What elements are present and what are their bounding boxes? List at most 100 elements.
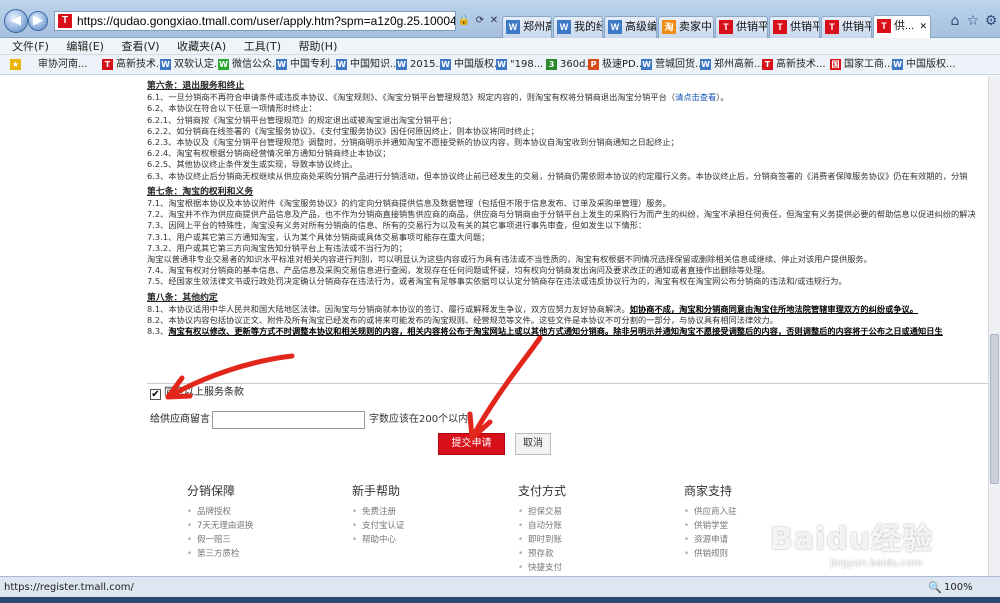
tab-6[interactable]: T供销平台 bbox=[769, 16, 820, 38]
tmall-icon: T bbox=[877, 19, 891, 33]
close-tab-icon[interactable]: ✕ bbox=[919, 16, 927, 36]
message-input[interactable] bbox=[212, 411, 365, 429]
lock-icon[interactable]: 🔒 bbox=[456, 11, 472, 31]
footer-link[interactable]: 免费注册 bbox=[352, 505, 405, 519]
page-icon: W bbox=[608, 20, 622, 34]
footer-link[interactable]: 快捷支付 bbox=[518, 561, 566, 575]
tmall-favicon-icon: T bbox=[58, 14, 72, 28]
favorite-item[interactable]: W 2015... bbox=[396, 55, 445, 74]
agreement-line: 6.3、本协议终止后分销商无权继续从供应商处采购分销产品进行分销活动，但本协议终… bbox=[147, 171, 988, 182]
message-row: 给供应商留言： 字数应该在200个以内 bbox=[150, 411, 468, 429]
footer-link[interactable]: 第三方质检 bbox=[187, 547, 253, 561]
agreement-line: 6.1、一旦分销商不再符合申请条件或违反本协议、《淘宝规则》、《淘宝分销平台管理… bbox=[147, 92, 988, 103]
vertical-scrollbar[interactable] bbox=[988, 76, 1000, 576]
scrollbar-thumb[interactable] bbox=[990, 334, 999, 484]
menu-view[interactable]: 查看(V) bbox=[121, 40, 159, 53]
footer-link[interactable]: 资源申请 bbox=[684, 533, 737, 547]
agreement-bold-text: 如协商不成，淘宝和分销商同意由淘宝住所地法院管辖审理双方的纠纷或争议。 bbox=[629, 303, 919, 314]
agreement-line-text: 6.2.4、淘宝有权根据分销商经营情况单方通知分销商终止本协议； bbox=[147, 148, 391, 159]
tmall-icon: T bbox=[825, 20, 839, 34]
favorite-item[interactable]: W 中国版权... bbox=[440, 55, 504, 74]
favorite-item[interactable]: T 高新技术... bbox=[102, 55, 166, 74]
page-icon: W bbox=[440, 59, 451, 70]
cancel-button[interactable]: 取消 bbox=[515, 433, 551, 455]
agreement-line-text: 6.3、本协议终止后分销商无权继续从供应商处采购分销产品进行分销活动，但本协议终… bbox=[147, 170, 968, 181]
tab-7[interactable]: T供销平台 bbox=[821, 16, 872, 38]
footer-link[interactable]: 供应商入驻 bbox=[684, 505, 737, 519]
footer-link[interactable]: 品牌授权 bbox=[187, 505, 253, 519]
page-icon: T bbox=[762, 59, 773, 70]
favorites-bar: ★ 审协河南... T 高新技术... W 双软认定... W 微信公众... W 中国专… bbox=[0, 55, 1000, 75]
footer-link[interactable]: 7天无理由退换 bbox=[187, 519, 253, 533]
tab-2[interactable]: W我的经... bbox=[553, 16, 603, 38]
favorite-item[interactable]: P 极速PD... bbox=[588, 55, 645, 74]
home-icon[interactable]: ⌂ bbox=[946, 12, 964, 30]
menu-edit[interactable]: 编辑(E) bbox=[66, 40, 104, 53]
agreement-link[interactable]: 请点击查看 bbox=[675, 92, 716, 102]
page-icon: W bbox=[506, 20, 520, 34]
favorite-label: 高新技术... bbox=[116, 59, 166, 70]
agreement-line: 6.2.2、如分销商在线签署的《淘宝服务协议》、《支付宝服务协议》因任何原因终止… bbox=[147, 126, 988, 137]
footer-link[interactable]: 供销学堂 bbox=[684, 519, 737, 533]
footer-link[interactable]: 假一赔三 bbox=[187, 533, 253, 547]
agree-checkbox-row[interactable]: ✔ 同意以上服务条款 bbox=[150, 386, 244, 400]
favorite-item[interactable]: W 中国知识... bbox=[336, 55, 400, 74]
stop-icon[interactable]: ✕ bbox=[486, 11, 502, 31]
favorites-star-icon[interactable]: ☆ bbox=[964, 12, 982, 30]
favorite-item[interactable]: W "198... bbox=[496, 55, 543, 74]
page-icon: 国 bbox=[830, 59, 841, 70]
favorite-item[interactable]: ★ 审协河南... bbox=[10, 55, 88, 74]
footer-link[interactable]: 预存款 bbox=[518, 547, 566, 561]
wechat-icon: W bbox=[218, 59, 229, 70]
baidu-jingyan-watermark: Baidu经验 jingyan.baidu.com bbox=[770, 514, 990, 576]
zoom-level[interactable]: 100% bbox=[944, 579, 973, 597]
favorite-item[interactable]: 国国家工商... bbox=[830, 55, 894, 74]
menu-help[interactable]: 帮助(H) bbox=[299, 40, 338, 53]
tab-5[interactable]: T供销平台 bbox=[715, 16, 768, 38]
tab-1[interactable]: W郑州高... bbox=[502, 16, 552, 38]
back-button[interactable]: ◀ bbox=[4, 9, 28, 33]
tab-8-active[interactable]: T 供... ✕ bbox=[873, 15, 931, 38]
address-bar[interactable]: T https://qudao.gongxiao.tmall.com/user/… bbox=[54, 11, 456, 31]
favorite-item[interactable]: W 中国版权... bbox=[892, 55, 956, 74]
agreement-line-text: 7.3.1、用户或其它第三方通知淘宝，认为某个具体分销商或具体交易事项可能存在重… bbox=[147, 231, 490, 242]
favorite-item[interactable]: T 高新技术... bbox=[762, 55, 826, 74]
footer-link[interactable]: 帮助中心 bbox=[352, 533, 405, 547]
zoom-icon[interactable]: 🔍 bbox=[928, 579, 942, 597]
agreement-line-text: 淘宝以普通非专业交易者的知识水平标准对相关内容进行判别，可以明显认为这些内容或行… bbox=[147, 254, 872, 265]
favorite-item[interactable]: W 营城回货... bbox=[641, 55, 705, 74]
footer-column-title: 商家支持 bbox=[684, 484, 733, 498]
agreement-line: 7.5、经国家生效法律文书或行政处罚决定确认分销商存在违法行为，或者淘宝有足够事… bbox=[147, 276, 988, 287]
agree-checkbox[interactable]: ✔ bbox=[150, 389, 161, 400]
favorite-item[interactable]: W 中国专利... bbox=[276, 55, 340, 74]
gear-icon[interactable]: ⚙ bbox=[982, 12, 1000, 30]
agreement-section-heading: 第八条：其他约定 bbox=[147, 293, 988, 304]
favorite-label: 审协河南... bbox=[38, 59, 88, 70]
agreement-line-text: 6.2.1、分销商按《淘宝分销平台管理规范》的规定退出或被淘宝退出淘宝分销平台； bbox=[147, 114, 457, 125]
footer-link[interactable]: 自动分账 bbox=[518, 519, 566, 533]
tab-3[interactable]: W高级编... bbox=[604, 16, 657, 38]
footer-link[interactable]: 即时到账 bbox=[518, 533, 566, 547]
agreement-line-text: 8.3、 bbox=[147, 326, 169, 337]
footer-link[interactable]: 担保交易 bbox=[518, 505, 566, 519]
footer-link[interactable]: 供销规则 bbox=[684, 547, 737, 561]
tab-4[interactable]: 淘卖家中... bbox=[658, 16, 714, 38]
agreement-line-text: 6.2.2、如分销商在线签署的《淘宝服务协议》、《支付宝服务协议》因任何原因终止… bbox=[147, 125, 539, 136]
agreement-text-box[interactable]: 第六条：退出服务和终止 6.1、一旦分销商不再符合申请条件或违反本协议、《淘宝规则… bbox=[147, 76, 988, 384]
agreement-line: 7.2、淘宝并不作为供应商提供产品信息及产品，也不作为分销商直接销售供应商的商品… bbox=[147, 209, 988, 220]
forward-button[interactable]: ▶ bbox=[28, 11, 48, 31]
agreement-line: 7.3.2、用户或其它第三方向淘宝告知分销平台上有违法或不当行为的； bbox=[147, 243, 988, 254]
favorite-label: 双软认定... bbox=[174, 59, 224, 70]
menu-tools[interactable]: 工具(T) bbox=[244, 40, 281, 53]
submit-application-button[interactable]: 提交申请 bbox=[438, 433, 505, 455]
menu-favorites[interactable]: 收藏夹(A) bbox=[177, 40, 226, 53]
favorite-item[interactable]: W 郑州高新... bbox=[700, 55, 764, 74]
favorite-item[interactable]: W 双软认定... bbox=[160, 55, 224, 74]
agreement-line: 7.3、因网上平台的特殊性，淘宝没有义务对所有分销商的信息、所有的交易行为以及有… bbox=[147, 220, 988, 231]
footer-link[interactable]: 支付宝认证 bbox=[352, 519, 405, 533]
page-icon: W bbox=[396, 59, 407, 70]
favorite-item[interactable]: W 微信公众... bbox=[218, 55, 282, 74]
page-icon: W bbox=[160, 59, 171, 70]
message-label: 给供应商留言： bbox=[150, 414, 220, 425]
menu-file[interactable]: 文件(F) bbox=[12, 40, 49, 53]
